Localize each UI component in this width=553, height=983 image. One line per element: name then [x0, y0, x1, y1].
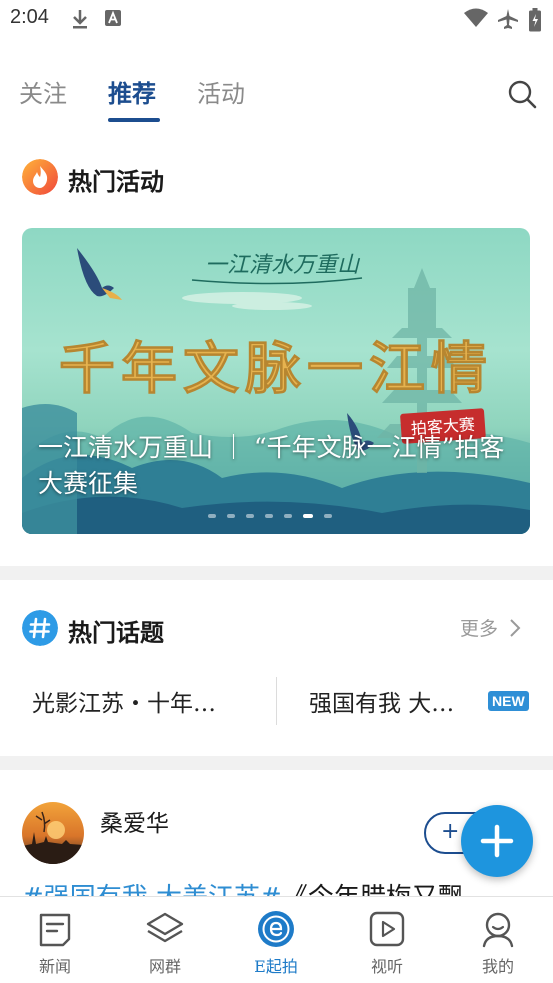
topic-item[interactable]: 强国有我 大… [309, 684, 454, 718]
hot-activities-header: 热门活动 [22, 159, 222, 199]
active-tab-indicator [108, 118, 160, 122]
carousel-dot [324, 514, 332, 518]
status-bar: 2:04 [0, 0, 553, 38]
swallow-left [77, 248, 122, 300]
banner-caption: 一江清水万重山 ｜ “千年文脉一江情”拍客大赛征集 [38, 433, 505, 498]
carousel-dot [227, 514, 235, 518]
banner-art-headline: 千年文脉一江情 [59, 336, 493, 402]
hashtag-icon [22, 610, 58, 646]
carousel-dot-active [303, 514, 313, 518]
tab-follow[interactable]: 关注 [19, 74, 67, 109]
follow-button-label: + [441, 819, 460, 844]
font-icon [105, 10, 121, 26]
nav-label: 我的 [481, 957, 514, 976]
tab-activities[interactable]: 活动 [197, 74, 245, 109]
fire-icon [22, 159, 58, 195]
carousel-dot [284, 514, 292, 518]
download-icon [73, 10, 87, 29]
airplane-icon [498, 9, 518, 29]
topic-item[interactable]: 光影江苏・十年… [32, 684, 216, 718]
nav-item-video[interactable]: 视听 [332, 897, 442, 983]
nav-item-me[interactable]: 我的 [443, 897, 553, 983]
avatar-image [22, 811, 84, 864]
profile-icon [482, 912, 514, 948]
activity-banner[interactable]: 一江清水万重山 千年文脉一江情 拍客大赛 一江清水万重山 ｜ “千年文脉一江情”… [22, 228, 530, 534]
video-play-icon [369, 911, 405, 947]
news-icon [39, 913, 71, 947]
chevron-right-icon[interactable] [508, 618, 522, 638]
new-badge: NEW [488, 691, 529, 711]
topic-separator [276, 677, 277, 725]
layers-icon [146, 912, 184, 943]
nav-label: 网群 [148, 957, 181, 976]
bottom-navigation: 新闻 网群 E起拍 视听 我的 [0, 896, 553, 983]
create-post-button[interactable] [461, 805, 533, 877]
search-icon[interactable] [506, 78, 538, 110]
banner-art-title: 一江清水万重山 [205, 253, 361, 278]
plus-icon [480, 824, 514, 858]
carousel-dot [265, 514, 273, 518]
battery-icon [529, 8, 541, 32]
hot-topics-header: 热门话题 [22, 610, 222, 650]
nav-label: E起拍 [254, 957, 298, 976]
carousel-dot [208, 514, 216, 518]
top-tab-bar: 关注 推荐 活动 [0, 70, 553, 130]
nav-item-news[interactable]: 新闻 [0, 897, 110, 983]
nav-label: 新闻 [38, 957, 71, 976]
section-divider [0, 756, 553, 770]
more-topics-link[interactable]: 更多 [460, 614, 498, 641]
avatar[interactable] [22, 802, 84, 864]
section-title: 热门话题 [68, 618, 164, 647]
e-camera-icon [258, 911, 294, 947]
wifi-icon [464, 8, 488, 27]
nav-label: 视听 [370, 957, 403, 976]
post-text[interactable]: #强国有我 大美江苏#《今年腊梅又飘 [22, 878, 542, 898]
carousel-dot [246, 514, 254, 518]
post-username[interactable]: 桑爱华 [100, 804, 169, 838]
nav-item-groups[interactable]: 网群 [110, 897, 220, 983]
nav-item-e-camera[interactable]: E起拍 [221, 897, 331, 983]
section-title: 热门活动 [68, 167, 164, 196]
status-time: 2:04 [10, 6, 49, 28]
section-divider [0, 566, 553, 580]
tab-recommend[interactable]: 推荐 [108, 74, 156, 109]
